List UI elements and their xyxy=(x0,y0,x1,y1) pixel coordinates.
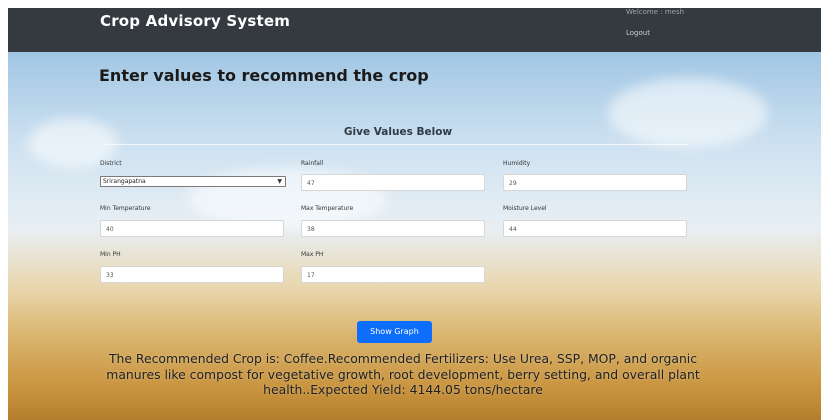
welcome-text: Welcome : mesh xyxy=(626,8,685,16)
humidity-label: Humidity xyxy=(503,160,531,167)
chevron-down-icon: ▼ xyxy=(277,178,282,185)
district-value: Srirangapatna xyxy=(103,178,146,185)
rainfall-label: Rainfall xyxy=(301,160,324,167)
recommendation-result: The Recommended Crop is: Coffee.Recommen… xyxy=(106,351,700,397)
min-temperature-input[interactable]: 40 xyxy=(100,220,284,237)
rainfall-input[interactable]: 47 xyxy=(301,174,485,191)
logout-link[interactable]: Logout xyxy=(626,29,650,37)
max-temperature-input[interactable]: 38 xyxy=(301,220,485,237)
show-graph-button[interactable]: Show Graph xyxy=(357,321,432,343)
page-title: Enter values to recommend the crop xyxy=(99,66,429,85)
district-select[interactable]: Srirangapatna ▼ xyxy=(100,176,286,187)
humidity-input[interactable]: 29 xyxy=(503,174,687,191)
page-frame: Crop Advisory System Welcome : mesh Logo… xyxy=(8,8,821,420)
min-ph-label: Min PH xyxy=(100,251,121,258)
navbar: Crop Advisory System Welcome : mesh Logo… xyxy=(8,8,821,52)
min-ph-input[interactable]: 33 xyxy=(100,266,284,283)
min-temperature-label: Min Temperature xyxy=(100,205,151,212)
max-ph-label: Max PH xyxy=(301,251,324,258)
brand-title[interactable]: Crop Advisory System xyxy=(100,12,290,30)
district-label: District xyxy=(100,160,122,167)
max-temperature-label: Max Temperature xyxy=(301,205,354,212)
moisture-level-label: Moisture Level xyxy=(503,205,547,212)
moisture-level-input[interactable]: 44 xyxy=(503,220,687,237)
divider xyxy=(104,144,689,145)
max-ph-input[interactable]: 17 xyxy=(301,266,485,283)
form-subheading: Give Values Below xyxy=(343,126,453,138)
